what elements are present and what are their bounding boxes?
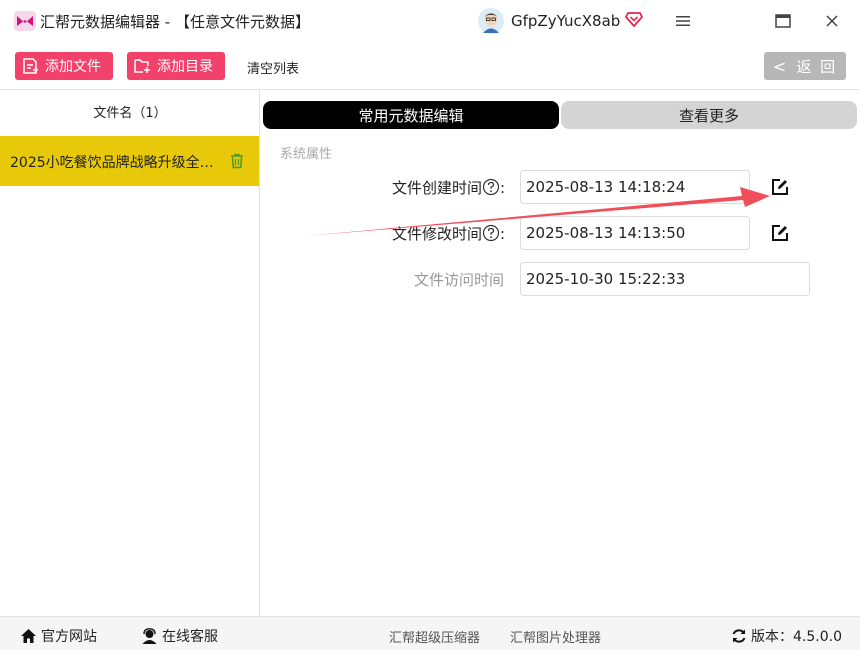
clear-list-button[interactable]: 清空列表: [247, 58, 299, 77]
refresh-icon: [732, 629, 746, 643]
vip-diamond-icon[interactable]: [625, 10, 643, 28]
help-icon[interactable]: [482, 224, 500, 242]
maximize-icon: [775, 14, 791, 28]
online-support-link[interactable]: 在线客服: [141, 626, 218, 646]
official-website-label: 官方网站: [41, 629, 97, 645]
close-button[interactable]: [819, 8, 845, 34]
compressor-link[interactable]: 汇帮超级压缩器: [389, 627, 480, 646]
modified-time-input[interactable]: [520, 216, 750, 250]
accessed-time-input[interactable]: [520, 262, 810, 296]
support-agent-icon: [142, 628, 157, 644]
image-processor-link[interactable]: 汇帮图片处理器: [510, 627, 601, 646]
accessed-time-label: 文件访问时间: [414, 271, 505, 289]
add-file-icon: [23, 58, 38, 74]
hamburger-icon: [676, 16, 690, 26]
home-icon: [21, 629, 36, 643]
add-folder-icon: [134, 59, 150, 73]
user-avatar-icon[interactable]: [478, 8, 504, 34]
created-time-label-text: 文件创建时间: [392, 179, 483, 197]
app-logo-icon: [14, 11, 36, 31]
toolbar: 添加文件 添加目录 清空列表 < 返 回: [0, 42, 860, 90]
tab-common-metadata[interactable]: 常用元数据编辑: [263, 101, 559, 129]
file-list-panel: 文件名（1） 2025小吃餐饮品牌战略升级全案...: [0, 90, 260, 616]
version-info[interactable]: 版本：4.5.0.0: [731, 626, 842, 646]
back-label: 返 回: [796, 57, 838, 76]
created-time-label: 文件创建时间:: [392, 178, 506, 197]
official-website-link[interactable]: 官方网站: [20, 626, 97, 646]
edit-created-time-icon[interactable]: [771, 178, 789, 196]
footer: 官方网站 在线客服 汇帮超级压缩器 汇帮图片处理器 版本：4.5.0.0: [0, 616, 860, 650]
tab-view-more[interactable]: 查看更多: [561, 101, 857, 129]
version-label: 版本：4.5.0.0: [751, 629, 842, 645]
trash-icon[interactable]: [230, 153, 244, 169]
title-bar: 汇帮元数据编辑器 - 【任意文件元数据】 GfpZyYucX8ab: [0, 0, 860, 42]
modified-time-label-text: 文件修改时间: [392, 225, 483, 243]
back-button[interactable]: < 返 回: [764, 52, 846, 80]
file-name: 2025小吃餐饮品牌战略升级全案...: [10, 155, 226, 171]
file-list-item[interactable]: 2025小吃餐饮品牌战略升级全案...: [0, 136, 259, 186]
user-name[interactable]: GfpZyYucX8ab: [511, 12, 620, 30]
menu-button[interactable]: [670, 8, 696, 34]
chevron-left-icon: <: [772, 56, 789, 76]
online-support-label: 在线客服: [162, 629, 218, 645]
close-icon: [826, 15, 838, 27]
add-directory-label: 添加目录: [157, 59, 213, 75]
file-list-header: 文件名（1）: [93, 106, 167, 121]
add-file-label: 添加文件: [45, 59, 101, 75]
maximize-button[interactable]: [770, 8, 796, 34]
add-file-button[interactable]: 添加文件: [15, 52, 113, 80]
edit-modified-time-icon[interactable]: [771, 224, 789, 242]
modified-time-label: 文件修改时间:: [392, 224, 506, 243]
created-time-input[interactable]: [520, 170, 750, 204]
app-title: 汇帮元数据编辑器 - 【任意文件元数据】: [40, 13, 310, 31]
section-title: 系统属性: [280, 147, 333, 162]
help-icon[interactable]: [482, 178, 500, 196]
add-directory-button[interactable]: 添加目录: [127, 52, 225, 80]
